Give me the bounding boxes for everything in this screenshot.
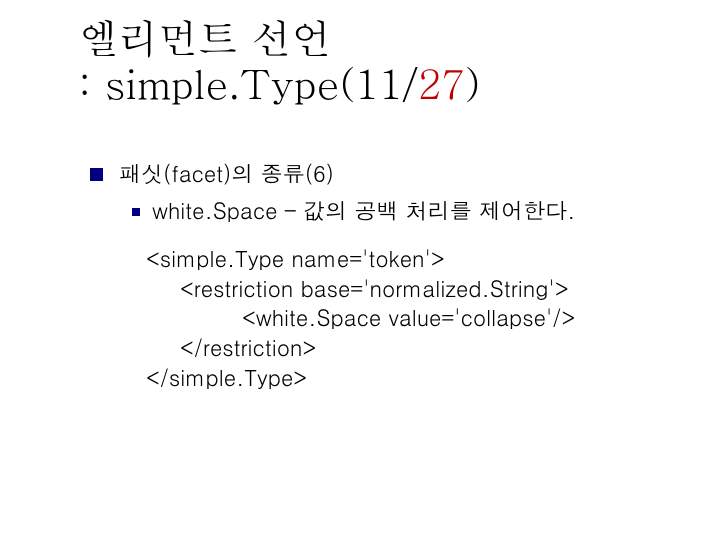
code-line-1: <simple.Type name='token'>: [146, 243, 445, 274]
bullet-level-1: 패싯(facet)의 종류(6): [90, 158, 650, 189]
title-line-1: 엘리먼트 선언: [78, 14, 480, 60]
slide-title: 엘리먼트 선언 : simple.Type(11/27): [78, 14, 480, 106]
bullet-level-2: white.Space – 값의 공백 처리를 제어한다.: [132, 195, 650, 226]
code-line-2: <restriction base='normalized.String'>: [146, 274, 650, 304]
code-line-5: </simple.Type>: [146, 362, 307, 393]
title-prefix: : simple.Type(11/: [78, 55, 417, 111]
square-bullet-icon: [90, 168, 103, 181]
title-accent: 27: [417, 55, 465, 111]
square-bullet-small-icon: [132, 208, 140, 216]
bullet-2-text: white.Space – 값의 공백 처리를 제어한다.: [152, 195, 575, 226]
code-line-4: </restriction>: [146, 333, 650, 363]
code-line-3: <white.Space value='collapse'/>: [146, 303, 650, 333]
title-line-2: : simple.Type(11/27): [78, 60, 480, 106]
code-block: <simple.Type name='token'> <restriction …: [146, 244, 650, 392]
title-suffix: ): [465, 55, 480, 111]
bullet-1-text: 패싯(facet)의 종류(6): [119, 158, 334, 189]
slide-body: 패싯(facet)의 종류(6) white.Space – 값의 공백 처리를…: [90, 158, 650, 392]
slide: 엘리먼트 선언 : simple.Type(11/27) 패싯(facet)의 …: [0, 0, 720, 540]
